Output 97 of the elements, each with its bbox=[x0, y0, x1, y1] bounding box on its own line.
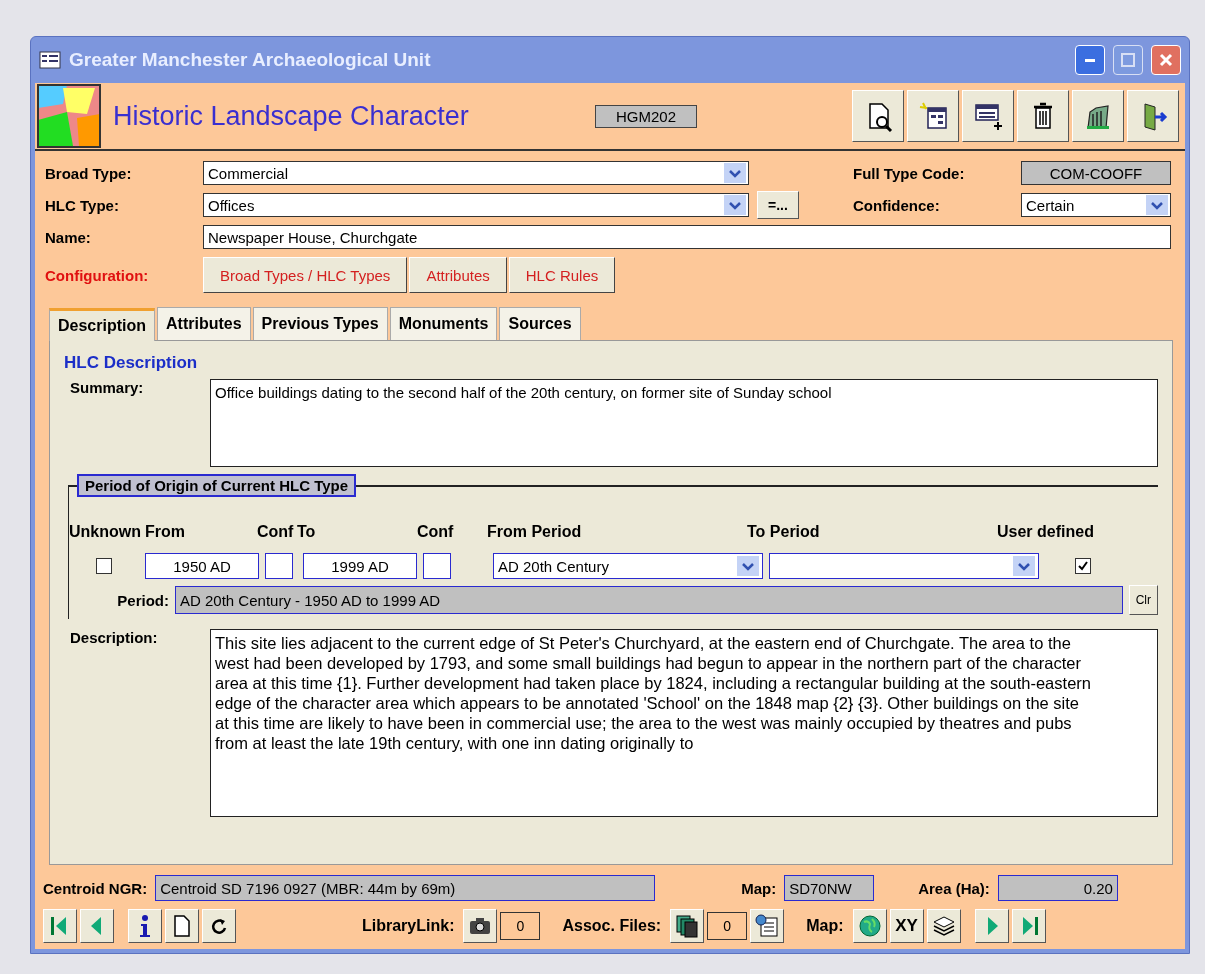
toolbar-button[interactable] bbox=[1017, 90, 1069, 142]
to-field[interactable]: 1999 AD bbox=[303, 553, 417, 579]
dropdown-button[interactable] bbox=[1146, 195, 1168, 215]
tab[interactable]: Monuments bbox=[389, 307, 498, 340]
form-icon bbox=[39, 51, 61, 69]
tab[interactable]: Sources bbox=[499, 307, 581, 340]
nav-button[interactable] bbox=[670, 909, 705, 943]
field-label: Area (Ha): bbox=[918, 879, 990, 897]
count-field: 0 bbox=[707, 912, 748, 940]
tab[interactable]: Description bbox=[49, 308, 155, 341]
record-code: HGM202 bbox=[595, 104, 698, 128]
toolbar-button[interactable] bbox=[907, 90, 959, 142]
field-label: Description: bbox=[69, 629, 159, 648]
dropdown-button[interactable] bbox=[1013, 556, 1035, 576]
field-label: Confidence: bbox=[853, 196, 941, 214]
field-label: Assoc. Files: bbox=[562, 917, 662, 935]
toolbar-button[interactable] bbox=[1072, 90, 1124, 142]
checkbox[interactable] bbox=[96, 558, 112, 574]
minimize-button[interactable] bbox=[1075, 45, 1105, 75]
tab[interactable]: Attributes bbox=[157, 307, 251, 340]
nav-button[interactable] bbox=[852, 909, 887, 943]
period-field: AD 20th Century - 1950 AD to 1999 AD bbox=[175, 586, 1123, 614]
documents-icon bbox=[675, 914, 700, 938]
group-title: Period of Origin of Current HLC Type bbox=[77, 474, 357, 497]
nav-button[interactable] bbox=[463, 909, 498, 943]
nav-button[interactable]: XY bbox=[889, 909, 924, 943]
config-button[interactable]: HLC Rules bbox=[508, 257, 616, 293]
column-header: To Period bbox=[747, 523, 821, 541]
confidence-dropdown[interactable]: Certain bbox=[1021, 193, 1171, 217]
count-field: 0 bbox=[500, 912, 541, 940]
dropdown-button[interactable] bbox=[724, 163, 746, 183]
toolbar-button[interactable] bbox=[962, 90, 1014, 142]
column-header: To bbox=[297, 523, 317, 541]
attach-file-icon bbox=[755, 914, 780, 938]
form-title: Historic Landscape Character bbox=[113, 100, 470, 132]
area-field: 0.20 bbox=[997, 875, 1118, 901]
globe-icon bbox=[857, 914, 882, 938]
window-title: Greater Manchester Archaeological Unit bbox=[69, 49, 432, 71]
refresh-icon bbox=[209, 916, 229, 936]
column-header: Conf bbox=[417, 523, 455, 541]
field-label: Map: bbox=[741, 879, 777, 897]
blank-page-icon bbox=[172, 914, 192, 938]
nav-button[interactable] bbox=[1011, 909, 1046, 943]
field-label: Map: bbox=[806, 917, 844, 935]
nav-button[interactable] bbox=[750, 909, 785, 943]
nav-button[interactable] bbox=[202, 909, 236, 943]
column-header: From bbox=[145, 523, 186, 541]
nav-button[interactable] bbox=[80, 909, 114, 943]
field-label: HLC Type: bbox=[45, 196, 120, 214]
toolbar-button[interactable] bbox=[852, 90, 904, 142]
from-field[interactable]: 1950 AD bbox=[145, 553, 259, 579]
field-label: Configuration: bbox=[45, 266, 150, 284]
dropdown-button[interactable] bbox=[737, 556, 759, 576]
toolbar-button[interactable] bbox=[1127, 90, 1179, 142]
field-label: LibraryLink: bbox=[362, 917, 455, 935]
hlc-type-dropdown[interactable]: Offices bbox=[203, 193, 749, 217]
close-icon bbox=[1159, 53, 1173, 67]
description-field[interactable]: This site lies adjacent to the current edge of St Peter's Churchyard, at the eastern end of Churchgate. The area to the west had been developed by 1793, and some small buildings had begun to appear in the northern part of the character area at this time {1}. Further development had taken place by 1824, including a rectangular building at the south-eastern edge of the character area which appears to be annotated 'School' on the 1848 map {2} {3}. Other buildings on the site at this time are likely to have been in commercial use; the area to the west was mainly occupied by theatres and pubs from at least the late 19th century, with one inn dating originally to bbox=[210, 629, 1158, 817]
nav-button[interactable] bbox=[165, 909, 199, 943]
lookup-button[interactable]: =... bbox=[757, 191, 799, 219]
dropdown-button[interactable] bbox=[724, 195, 746, 215]
nav-button[interactable] bbox=[43, 909, 77, 943]
layers-icon bbox=[931, 914, 956, 938]
new-form-icon bbox=[917, 100, 949, 132]
name-field[interactable]: Newspaper House, Churchgate bbox=[203, 225, 1171, 249]
field-label: Centroid NGR: bbox=[43, 879, 148, 897]
field-label: Full Type Code: bbox=[853, 164, 966, 182]
tab[interactable]: Previous Types bbox=[252, 307, 388, 340]
map-sheet-field: SD70NW bbox=[784, 875, 875, 901]
column-header: User defined bbox=[997, 523, 1095, 541]
clear-button[interactable]: Clr bbox=[1128, 585, 1158, 615]
field-label: Period: bbox=[116, 591, 169, 609]
section-heading: HLC Description bbox=[64, 353, 199, 373]
nav-button[interactable] bbox=[128, 909, 162, 943]
nav-button[interactable] bbox=[926, 909, 961, 943]
nav-button[interactable] bbox=[974, 909, 1009, 943]
config-button[interactable]: Attributes bbox=[409, 257, 507, 293]
conf-field[interactable] bbox=[423, 553, 451, 579]
field-label: Summary: bbox=[69, 379, 145, 398]
maximize-icon bbox=[1121, 53, 1135, 67]
centroid-field: Centroid SD 7196 0927 (MBR: 44m by 69m) bbox=[155, 875, 656, 901]
config-button[interactable]: Broad Types / HLC Types bbox=[203, 257, 408, 293]
column-header: From Period bbox=[487, 523, 583, 541]
field-label: Name: bbox=[45, 228, 92, 246]
camera-icon bbox=[468, 916, 493, 936]
summary-field[interactable]: Office buildings dating to the second half of the 20th century, on former site of Sunday school bbox=[210, 379, 1158, 467]
field-label: Broad Type: bbox=[45, 164, 133, 182]
close-button[interactable] bbox=[1151, 45, 1181, 75]
to-period-dropdown[interactable] bbox=[769, 553, 1039, 579]
column-header: Unknown bbox=[69, 523, 142, 541]
type-code-field: COM-COOFF bbox=[1021, 161, 1171, 185]
column-header: Conf bbox=[257, 523, 295, 541]
broad-type-dropdown[interactable]: Commercial bbox=[203, 161, 749, 185]
minimize-icon bbox=[1085, 58, 1095, 62]
from-period-dropdown[interactable]: AD 20th Century bbox=[493, 553, 763, 579]
checkbox[interactable] bbox=[1075, 558, 1091, 574]
conf-field[interactable] bbox=[265, 553, 293, 579]
